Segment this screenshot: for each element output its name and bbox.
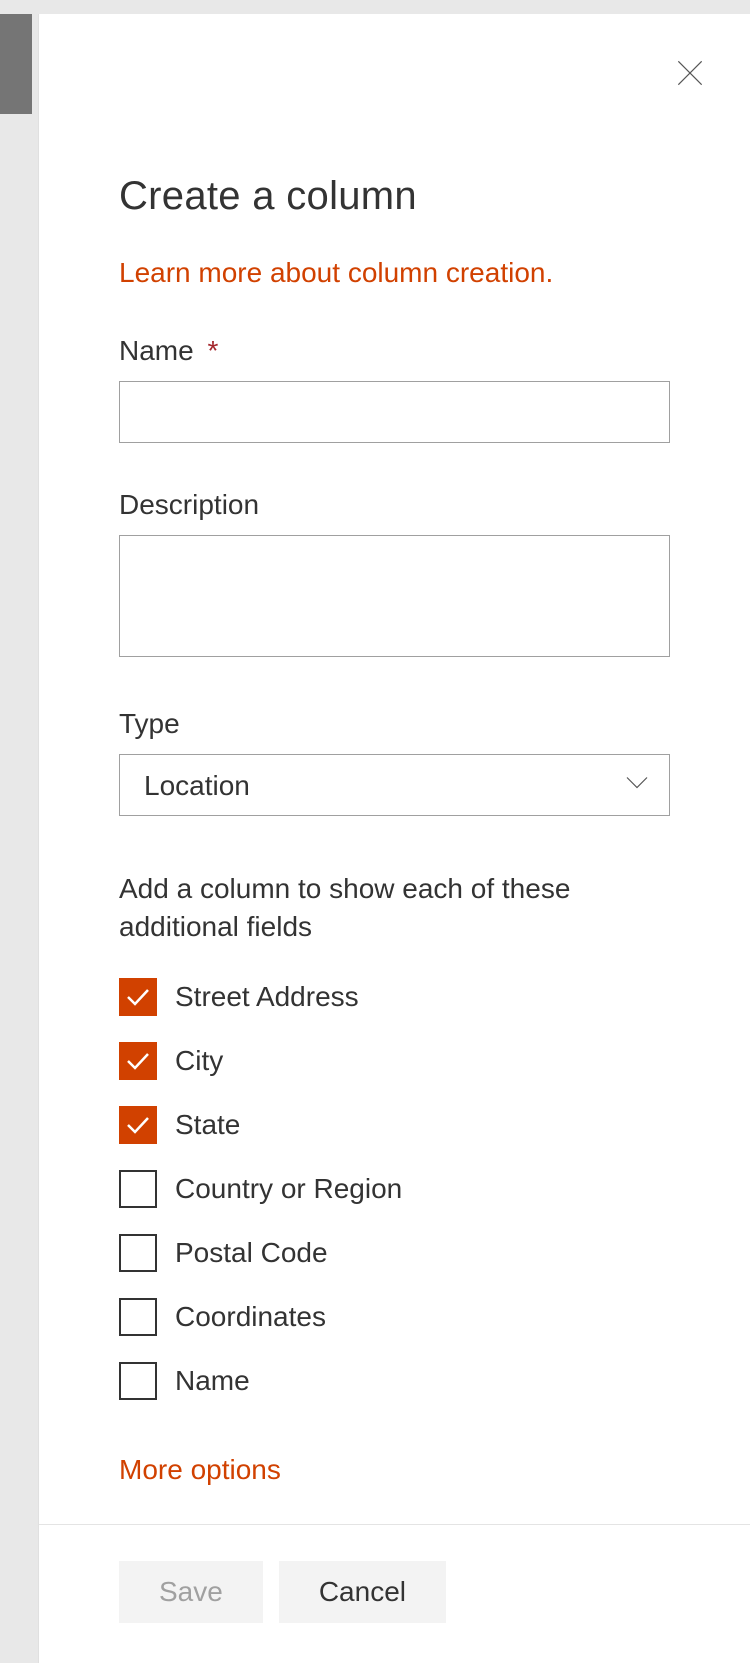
- name-input[interactable]: [119, 381, 670, 443]
- checkbox-row[interactable]: City: [119, 1042, 670, 1080]
- checkbox-label: Street Address: [175, 981, 359, 1013]
- checkbox-box[interactable]: [119, 1042, 157, 1080]
- name-label: Name *: [119, 335, 670, 367]
- type-label: Type: [119, 708, 670, 740]
- checkbox-box[interactable]: [119, 1170, 157, 1208]
- close-button[interactable]: [672, 56, 708, 92]
- checkbox-list: Street Address City State Country or Region…: [119, 978, 670, 1400]
- checkbox-label: City: [175, 1045, 223, 1077]
- checkbox-row[interactable]: Street Address: [119, 978, 670, 1016]
- checkbox-label: Postal Code: [175, 1237, 328, 1269]
- checkbox-row[interactable]: Country or Region: [119, 1170, 670, 1208]
- background-sidebar: [0, 14, 32, 114]
- checkbox-box[interactable]: [119, 1106, 157, 1144]
- checkbox-row[interactable]: Name: [119, 1362, 670, 1400]
- checkbox-box[interactable]: [119, 1298, 157, 1336]
- cancel-button[interactable]: Cancel: [279, 1561, 446, 1623]
- checkbox-row[interactable]: Coordinates: [119, 1298, 670, 1336]
- create-column-panel: Create a column Learn more about column …: [38, 14, 750, 1663]
- checkbox-label: State: [175, 1109, 240, 1141]
- checkbox-row[interactable]: Postal Code: [119, 1234, 670, 1272]
- name-label-text: Name: [119, 335, 194, 366]
- checkbox-box[interactable]: [119, 1234, 157, 1272]
- additional-fields-hint: Add a column to show each of these addit…: [119, 870, 670, 946]
- more-options-link[interactable]: More options: [119, 1454, 281, 1486]
- close-icon: [676, 59, 704, 90]
- checkbox-box[interactable]: [119, 978, 157, 1016]
- type-select-wrapper: Location: [119, 754, 670, 816]
- learn-more-link[interactable]: Learn more about column creation.: [119, 257, 553, 289]
- required-indicator: *: [207, 335, 218, 366]
- checkbox-label: Coordinates: [175, 1301, 326, 1333]
- description-label: Description: [119, 489, 670, 521]
- checkbox-row[interactable]: State: [119, 1106, 670, 1144]
- description-textarea[interactable]: [119, 535, 670, 657]
- checkbox-box[interactable]: [119, 1362, 157, 1400]
- save-button[interactable]: Save: [119, 1561, 263, 1623]
- panel-footer: Save Cancel: [39, 1524, 750, 1663]
- checkbox-label: Name: [175, 1365, 250, 1397]
- panel-title: Create a column: [119, 174, 670, 219]
- panel-content: Create a column Learn more about column …: [39, 14, 750, 1524]
- checkbox-label: Country or Region: [175, 1173, 402, 1205]
- type-select[interactable]: Location: [119, 754, 670, 816]
